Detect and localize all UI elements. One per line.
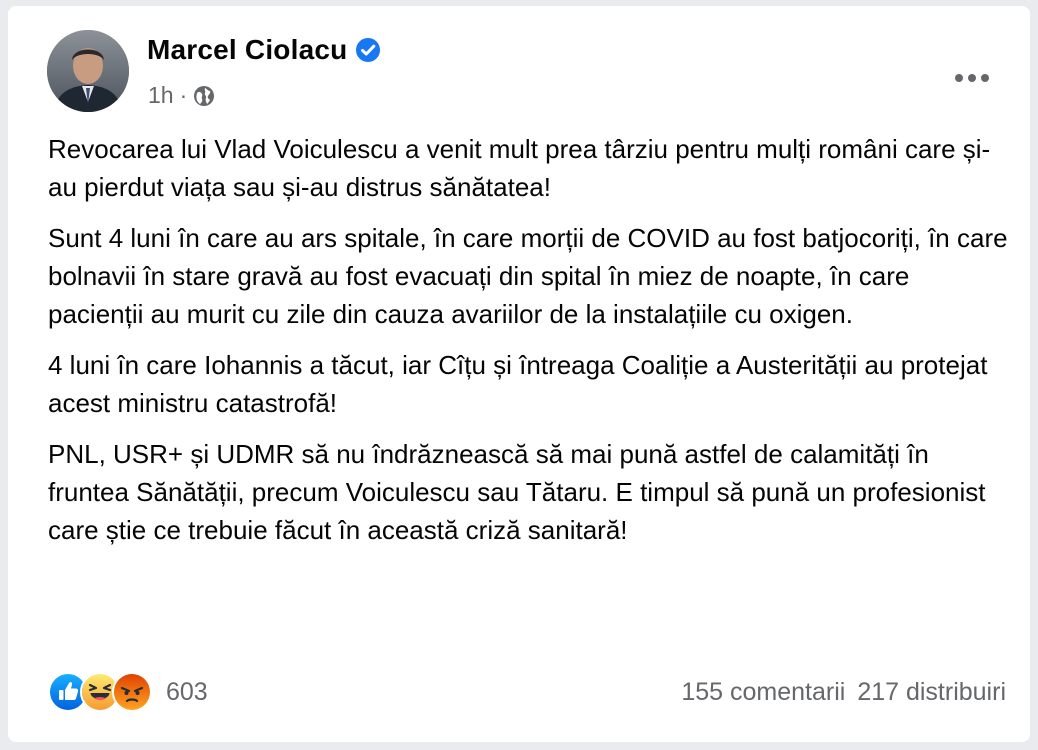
angry-icon: [112, 672, 152, 712]
post-paragraph-3: 4 luni în care Iohannis a tăcut, iar Cîț…: [48, 350, 988, 418]
shares-count[interactable]: 217 distribuiri: [857, 678, 1006, 707]
author-avatar[interactable]: [47, 30, 129, 112]
post-paragraph-2: Sunt 4 luni în care au ars spitale, în c…: [48, 223, 1008, 329]
globe-icon[interactable]: [193, 85, 215, 107]
reaction-icons: [48, 672, 152, 712]
post-paragraph-1: Revocarea lui Vlad Voiculescu a venit mu…: [48, 134, 991, 202]
author-line: Marcel Ciolacu: [147, 34, 381, 66]
verified-badge-icon: [355, 37, 381, 63]
more-options-icon: [955, 74, 989, 82]
post-body: Revocarea lui Vlad Voiculescu a venit mu…: [48, 130, 1008, 562]
comments-count[interactable]: 155 comentarii: [681, 678, 845, 707]
post-timestamp[interactable]: 1h: [148, 82, 174, 109]
post-card: Marcel Ciolacu 1h · Revocarea lui Vlad V…: [8, 6, 1030, 742]
post-header: Marcel Ciolacu 1h ·: [47, 30, 1030, 116]
post-stats: 155 comentarii 217 distribuiri: [681, 678, 1006, 707]
post-paragraph-4: PNL, USR+ și UDMR să nu îndrăznească să …: [48, 439, 986, 545]
more-options-button[interactable]: [950, 66, 994, 90]
avatar-photo: [47, 30, 129, 112]
author-name[interactable]: Marcel Ciolacu: [147, 34, 347, 66]
reaction-count[interactable]: 603: [166, 678, 208, 707]
reactions-summary[interactable]: 603: [48, 672, 208, 712]
post-meta: 1h ·: [148, 82, 215, 109]
meta-separator: ·: [179, 82, 188, 108]
post-footer: 603 155 comentarii 217 distribuiri: [48, 672, 1006, 712]
